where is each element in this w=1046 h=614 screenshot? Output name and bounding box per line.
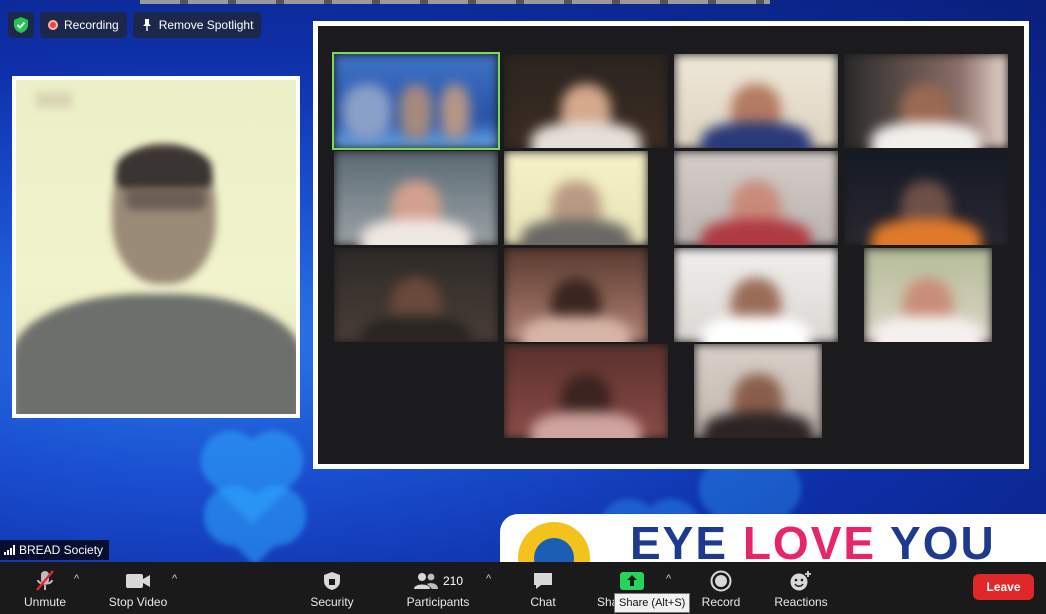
security-button[interactable]: Security [306, 562, 358, 614]
recording-indicator[interactable]: Recording [40, 12, 127, 38]
participant-tile [332, 52, 500, 150]
recording-label: Recording [64, 18, 119, 32]
participant-tile [504, 151, 648, 245]
speaker-glasses [126, 188, 206, 210]
participant-tile [674, 248, 838, 342]
participant-tile [504, 344, 668, 438]
encryption-shield-button[interactable] [8, 12, 34, 38]
meeting-toolbar: Unmute ^ Stop Video ^ Security 210 Parti… [0, 562, 1046, 614]
video-camera-icon [126, 574, 150, 588]
participant-tile [334, 151, 498, 245]
stop-video-button[interactable]: Stop Video [104, 562, 172, 614]
record-button[interactable]: Record [700, 562, 742, 614]
chat-label: Chat [530, 595, 556, 609]
video-options-caret[interactable]: ^ [172, 573, 177, 585]
eye-love-you-banner: EYE LOVE YOU [500, 514, 1046, 562]
leave-meeting-button[interactable]: Leave [973, 574, 1034, 600]
reactions-label: Reactions [774, 595, 828, 609]
participant-tile [674, 54, 838, 148]
reactions-button[interactable]: Reactions [772, 562, 830, 614]
unmute-label: Unmute [23, 595, 67, 609]
speaker-hair [116, 146, 212, 190]
audio-options-caret[interactable]: ^ [74, 573, 79, 585]
stop-video-label: Stop Video [108, 595, 168, 609]
participant-tile [504, 54, 668, 148]
emoji-reaction-icon [790, 571, 811, 591]
pin-icon [142, 19, 151, 31]
participant-tile [844, 54, 1008, 148]
record-label: Record [701, 595, 741, 609]
remove-spotlight-button[interactable]: Remove Spotlight [132, 12, 262, 38]
meeting-stage: Recording Remove Spotlight BREAD Society… [0, 0, 1046, 562]
banner-text: EYE LOVE YOU [630, 517, 996, 562]
record-dot-icon [48, 20, 58, 30]
chat-bubble-icon [534, 573, 552, 589]
security-label: Security [310, 595, 354, 609]
society-logo [518, 522, 590, 562]
shield-check-icon [14, 17, 28, 33]
participants-button[interactable]: 210 Participants [404, 562, 472, 614]
remove-spotlight-label: Remove Spotlight [158, 18, 254, 32]
gallery-grid [318, 26, 1024, 464]
chat-button[interactable]: Chat [524, 562, 562, 614]
participant-tile [504, 248, 648, 342]
participants-options-caret[interactable]: ^ [486, 573, 491, 585]
meeting-top-bar: Recording Remove Spotlight [8, 12, 262, 38]
share-screen-icon [620, 572, 644, 590]
participant-tile [674, 151, 838, 245]
share-tooltip: Share (Alt+S) [614, 593, 691, 613]
participant-tile [334, 248, 498, 342]
participant-tile [694, 344, 822, 438]
shared-screen [313, 21, 1029, 469]
record-icon [710, 570, 732, 592]
participants-count: 210 [442, 574, 464, 588]
participants-icon [413, 573, 438, 589]
participants-label: Participants [406, 595, 470, 609]
share-options-caret[interactable]: ^ [666, 573, 671, 585]
participant-tile [844, 151, 1008, 245]
speaker-name-tag: BREAD Society [0, 540, 110, 560]
unmute-button[interactable]: Unmute [18, 562, 72, 614]
top-thumbnail-strip [140, 0, 770, 4]
security-shield-icon [324, 572, 340, 590]
microphone-muted-icon [36, 570, 54, 591]
speaker-video-tile [12, 76, 300, 418]
signal-bars-icon [4, 545, 15, 555]
wall-object [36, 92, 72, 108]
participant-tile [864, 248, 992, 342]
speaker-name: BREAD Society [19, 543, 104, 557]
speaker-shirt [16, 294, 296, 414]
heart-decoration [219, 494, 291, 562]
